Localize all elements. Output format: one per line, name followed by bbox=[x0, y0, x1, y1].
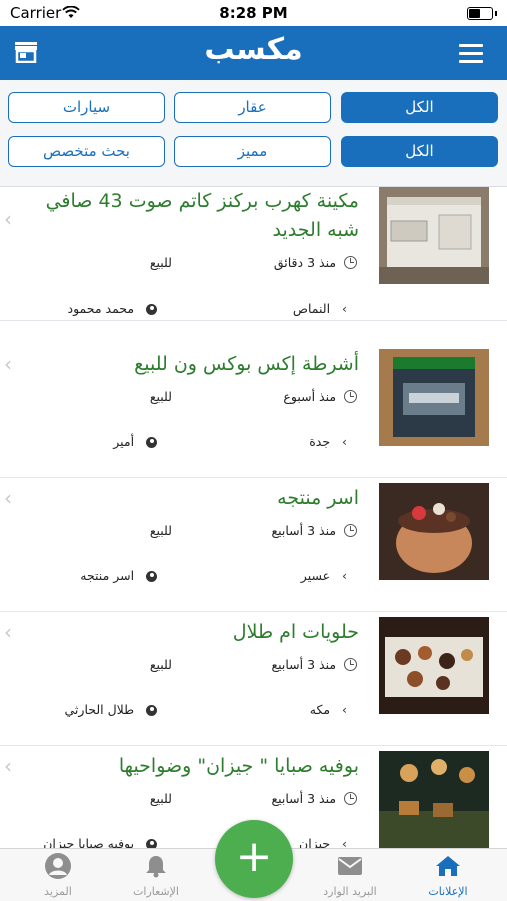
listing-title[interactable]: أشرطة إكس بوكس ون للبيع bbox=[39, 350, 359, 379]
listing-type: للبيع bbox=[149, 791, 172, 806]
listing-time: منذ 3 دقائق bbox=[274, 255, 357, 270]
list-item[interactable]: أشرطة إكس بوكس ون للبيع ‹ منذ أسبوع للبي… bbox=[0, 344, 507, 478]
status-bar: Carrier 8:28 PM bbox=[0, 0, 507, 26]
mail-icon bbox=[338, 857, 362, 875]
filter-real-estate[interactable]: عقار bbox=[174, 92, 331, 123]
listing-thumbnail bbox=[379, 187, 489, 284]
filter-cars[interactable]: سيارات bbox=[8, 92, 165, 123]
list-item[interactable]: اسر منتجه ‹ منذ 3 أسابيع للبيع › عسير اس… bbox=[0, 478, 507, 612]
listing-user: محمد محمود bbox=[68, 301, 157, 316]
listing-user: بوفيه صبايا جيزان bbox=[43, 836, 157, 848]
listing-type: للبيع bbox=[149, 657, 172, 672]
listing-user: طلال الحارثي bbox=[65, 702, 157, 717]
person-pin-icon bbox=[146, 571, 157, 582]
tab-notifications[interactable]: الإشعارات bbox=[106, 849, 206, 901]
clock-icon bbox=[344, 256, 357, 269]
listing-thumbnail bbox=[379, 483, 489, 580]
person-pin-icon bbox=[146, 304, 157, 315]
bell-icon bbox=[146, 856, 166, 878]
tab-more[interactable]: المزيد bbox=[8, 849, 108, 901]
listing-thumbnail bbox=[379, 349, 489, 446]
clock-icon bbox=[344, 792, 357, 805]
listing-time: منذ 3 أسابيع bbox=[271, 523, 357, 538]
person-pin-icon bbox=[146, 705, 157, 716]
listing-user: أمير bbox=[113, 434, 157, 449]
listing-time: منذ 3 أسابيع bbox=[271, 791, 357, 806]
listing-thumbnail bbox=[379, 751, 489, 848]
listing-city: › النماص bbox=[292, 301, 347, 316]
listing-title[interactable]: بوفيه صبايا " جيزان" وضواحيها bbox=[39, 752, 359, 781]
tab-more-label: المزيد bbox=[44, 885, 72, 898]
clock-icon bbox=[344, 658, 357, 671]
add-listing-button[interactable]: + bbox=[215, 820, 293, 898]
listing-title[interactable]: حلويات ام طلال bbox=[39, 618, 359, 647]
chevron-left-icon: ‹ bbox=[4, 352, 12, 376]
tab-ads[interactable]: الإعلانات bbox=[398, 849, 498, 901]
home-icon bbox=[436, 856, 460, 876]
clock-icon bbox=[344, 390, 357, 403]
menu-icon[interactable] bbox=[459, 44, 483, 68]
chevron-left-icon: ‹ bbox=[4, 207, 12, 231]
clock-time: 8:28 PM bbox=[219, 4, 288, 22]
list-item[interactable]: حلويات ام طلال ‹ منذ 3 أسابيع للبيع › مك… bbox=[0, 612, 507, 746]
listing-user: اسر منتجه bbox=[80, 568, 157, 583]
filter-advanced-search[interactable]: بحث متخصص bbox=[8, 136, 165, 167]
tab-ads-label: الإعلانات bbox=[428, 885, 468, 898]
tab-inbox-label: البريد الوارد bbox=[323, 885, 377, 898]
listing-city: › جيزان bbox=[299, 836, 347, 848]
user-icon bbox=[45, 853, 71, 879]
filter-featured[interactable]: مميز bbox=[174, 136, 331, 167]
listing-thumbnail bbox=[379, 617, 489, 714]
listing-time: منذ 3 أسابيع bbox=[271, 657, 357, 672]
listing-time: منذ أسبوع bbox=[283, 389, 357, 404]
list-item[interactable]: مكينة كهرب بركنز كاتم صوت 43 صافي شبه ال… bbox=[0, 187, 507, 321]
listing-city: › مكه bbox=[309, 702, 347, 717]
category-filters: الكل عقار سيارات الكل مميز بحث متخصص bbox=[0, 80, 507, 187]
listing-title[interactable]: مكينة كهرب بركنز كاتم صوت 43 صافي شبه ال… bbox=[39, 187, 359, 245]
listing-city: › عسير bbox=[300, 568, 347, 583]
clock-icon bbox=[344, 524, 357, 537]
listing-title[interactable]: اسر منتجه bbox=[39, 484, 359, 513]
app-logo: مكسب bbox=[204, 32, 303, 67]
listing-type: للبيع bbox=[149, 389, 172, 404]
chevron-left-icon: ‹ bbox=[4, 486, 12, 510]
listing-type: للبيع bbox=[149, 523, 172, 538]
listings-list: مكينة كهرب بركنز كاتم صوت 43 صافي شبه ال… bbox=[0, 187, 507, 848]
person-pin-icon bbox=[146, 437, 157, 448]
chevron-left-icon: ‹ bbox=[4, 620, 12, 644]
listing-city: › جدة bbox=[309, 434, 347, 449]
listing-type: للبيع bbox=[149, 255, 172, 270]
tab-inbox[interactable]: البريد الوارد bbox=[300, 849, 400, 901]
chevron-left-icon: ‹ bbox=[4, 754, 12, 778]
top-navbar: مكسب bbox=[0, 26, 507, 80]
battery-icon bbox=[467, 7, 497, 20]
tab-notifications-label: الإشعارات bbox=[133, 885, 179, 898]
filter-all-categories[interactable]: الكل bbox=[341, 92, 498, 123]
filter-all-types[interactable]: الكل bbox=[341, 136, 498, 167]
person-pin-icon bbox=[146, 839, 157, 848]
